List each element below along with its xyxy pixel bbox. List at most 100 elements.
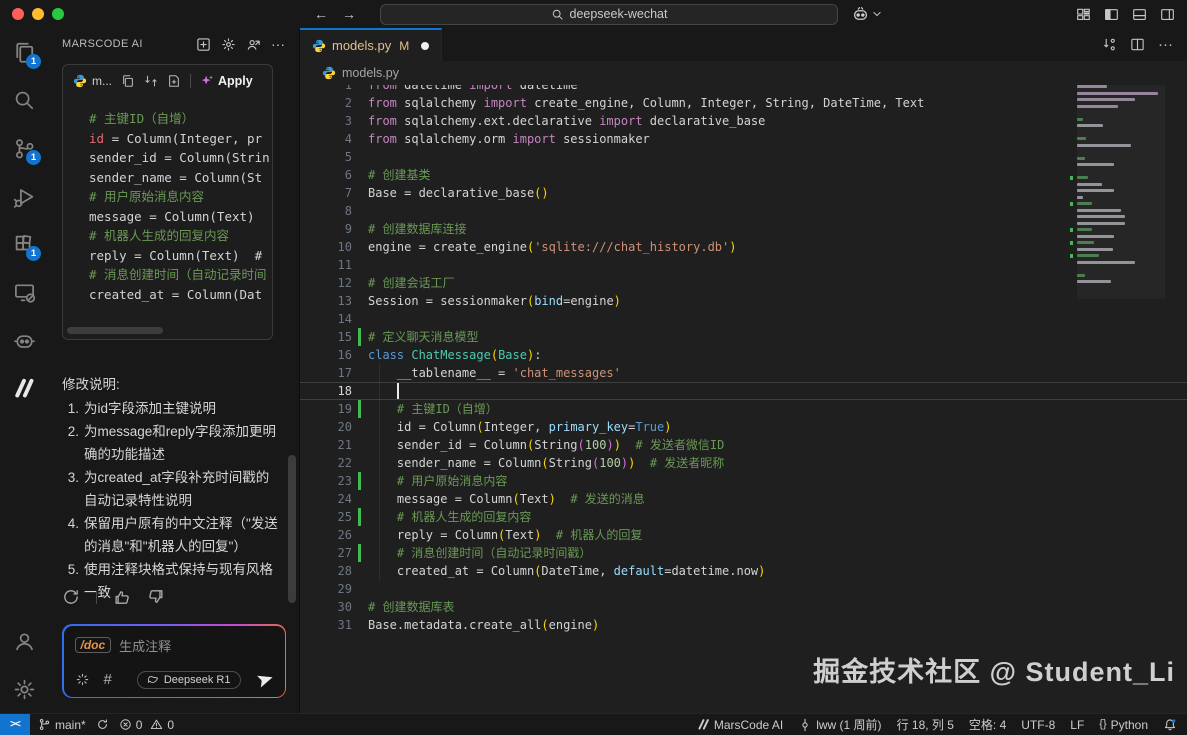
bell-icon[interactable] bbox=[1163, 718, 1177, 732]
split-editor-icon[interactable] bbox=[1130, 37, 1145, 52]
status-item-marscodeai[interactable]: MarsCode AI bbox=[697, 718, 783, 732]
branch-status[interactable]: main* bbox=[38, 718, 109, 732]
line-number[interactable]: 21 bbox=[300, 436, 352, 454]
status-item-4[interactable]: 空格: 4 bbox=[969, 716, 1006, 733]
activity-item-extensions[interactable]: 1 bbox=[0, 220, 48, 268]
code-line-19[interactable]: 19 # 主键ID（自增） bbox=[300, 400, 1187, 418]
hash-icon[interactable]: # bbox=[104, 672, 112, 687]
status-item-utf8[interactable]: UTF-8 bbox=[1021, 718, 1055, 732]
thumbs-up-icon[interactable] bbox=[113, 588, 131, 606]
line-number[interactable]: 31 bbox=[300, 616, 352, 634]
copilot-robot-icon[interactable] bbox=[852, 6, 882, 23]
maximize-button[interactable] bbox=[52, 8, 64, 20]
line-number[interactable]: 1 bbox=[300, 85, 352, 94]
back-arrow-icon[interactable]: ← bbox=[314, 6, 328, 22]
chevron-down-icon[interactable] bbox=[872, 9, 882, 19]
line-number[interactable]: 13 bbox=[300, 292, 352, 310]
forward-arrow-icon[interactable]: → bbox=[342, 6, 356, 22]
activity-item-run-debug[interactable] bbox=[0, 172, 48, 220]
status-item-185[interactable]: 行 18, 列 5 bbox=[897, 716, 954, 733]
activity-item-source-control[interactable]: 1 bbox=[0, 124, 48, 172]
code-line-22[interactable]: 22 sender_name = Column(String(100)) # 发… bbox=[300, 454, 1187, 472]
activity-item-search[interactable] bbox=[0, 76, 48, 124]
code-line-18[interactable]: 18 bbox=[300, 382, 1187, 400]
remote-explorer-icon[interactable] bbox=[13, 281, 36, 304]
card-code-diff[interactable]: # 主键ID（自增）id = Column(Integer, prsender_… bbox=[63, 97, 272, 304]
regenerate-icon[interactable] bbox=[62, 588, 80, 606]
unsaved-dot[interactable] bbox=[421, 42, 429, 50]
status-item-python[interactable]: {}Python bbox=[1099, 718, 1148, 732]
more-actions-icon[interactable]: ··· bbox=[1158, 37, 1173, 52]
settings-gear-icon[interactable] bbox=[13, 678, 36, 701]
diff-icon[interactable] bbox=[144, 74, 158, 88]
robot-face-icon[interactable] bbox=[852, 6, 869, 23]
breadcrumb[interactable]: models.py bbox=[300, 61, 1187, 85]
line-number[interactable]: 28 bbox=[300, 562, 352, 580]
code-line-4[interactable]: 4from sqlalchemy.orm import sessionmaker bbox=[300, 130, 1187, 148]
layout-customize-icon[interactable] bbox=[1076, 7, 1091, 22]
code-line-13[interactable]: 13Session = sessionmaker(bind=engine) bbox=[300, 292, 1187, 310]
status-item[interactable] bbox=[1163, 718, 1177, 732]
code-line-12[interactable]: 12# 创建会话工厂 bbox=[300, 274, 1187, 292]
line-number[interactable]: 4 bbox=[300, 130, 352, 148]
line-number[interactable]: 11 bbox=[300, 256, 352, 274]
code-line-1[interactable]: 1from datetime import datetime bbox=[300, 85, 1187, 94]
line-number[interactable]: 16 bbox=[300, 346, 352, 364]
code-line-10[interactable]: 10engine = create_engine('sqlite:///chat… bbox=[300, 238, 1187, 256]
code-line-3[interactable]: 3from sqlalchemy.ext.declarative import … bbox=[300, 112, 1187, 130]
commit-icon[interactable] bbox=[798, 718, 812, 732]
code-line-14[interactable]: 14 bbox=[300, 310, 1187, 328]
model-selector[interactable]: Deepseek R1 bbox=[137, 671, 241, 689]
sparkle-burst-icon[interactable] bbox=[75, 672, 90, 687]
line-number[interactable]: 9 bbox=[300, 220, 352, 238]
code-line-31[interactable]: 31Base.metadata.create_all(engine) bbox=[300, 616, 1187, 634]
marscode-icon[interactable] bbox=[12, 376, 36, 400]
doc-command-chip[interactable]: /doc bbox=[75, 637, 112, 653]
send-icon[interactable] bbox=[257, 671, 274, 688]
line-number[interactable]: 3 bbox=[300, 112, 352, 130]
activity-item-remote-explorer[interactable] bbox=[0, 268, 48, 316]
line-number[interactable]: 29 bbox=[300, 580, 352, 598]
line-number[interactable]: 5 bbox=[300, 148, 352, 166]
code-line-25[interactable]: 25 # 机器人生成的回复内容 bbox=[300, 508, 1187, 526]
run-debug-icon[interactable] bbox=[13, 185, 36, 208]
search-icon[interactable] bbox=[13, 89, 35, 111]
line-number[interactable]: 19 bbox=[300, 400, 352, 418]
line-number[interactable]: 8 bbox=[300, 202, 352, 220]
line-number[interactable]: 15 bbox=[300, 328, 352, 346]
problems-status[interactable]: 0 0 bbox=[119, 718, 174, 732]
line-number[interactable]: 23 bbox=[300, 472, 352, 490]
line-number[interactable]: 17 bbox=[300, 364, 352, 382]
marscode-logo-icon[interactable] bbox=[697, 718, 710, 731]
code-line-5[interactable]: 5 bbox=[300, 148, 1187, 166]
code-line-11[interactable]: 11 bbox=[300, 256, 1187, 274]
code-line-8[interactable]: 8 bbox=[300, 202, 1187, 220]
chat-bot-icon[interactable] bbox=[13, 329, 36, 352]
minimap[interactable] bbox=[1077, 85, 1165, 303]
line-number[interactable]: 6 bbox=[300, 166, 352, 184]
code-line-6[interactable]: 6# 创建基类 bbox=[300, 166, 1187, 184]
line-number[interactable]: 2 bbox=[300, 94, 352, 112]
minimize-button[interactable] bbox=[32, 8, 44, 20]
line-number[interactable]: 18 bbox=[300, 382, 352, 400]
line-number[interactable]: 25 bbox=[300, 508, 352, 526]
card-horizontal-scrollbar[interactable] bbox=[67, 327, 163, 334]
line-number[interactable]: 14 bbox=[300, 310, 352, 328]
share-profile-icon[interactable] bbox=[246, 37, 261, 52]
activity-item-settings-gear[interactable] bbox=[0, 665, 48, 713]
code-line-20[interactable]: 20 id = Column(Integer, primary_key=True… bbox=[300, 418, 1187, 436]
code-line-17[interactable]: 17 __tablename__ = 'chat_messages' bbox=[300, 364, 1187, 382]
line-number[interactable]: 22 bbox=[300, 454, 352, 472]
line-number[interactable]: 30 bbox=[300, 598, 352, 616]
remote-indicator[interactable]: >< bbox=[0, 714, 30, 735]
line-number[interactable]: 24 bbox=[300, 490, 352, 508]
code-line-16[interactable]: 16class ChatMessage(Base): bbox=[300, 346, 1187, 364]
activity-item-marscode[interactable] bbox=[0, 364, 48, 412]
panel-right-icon[interactable] bbox=[1160, 7, 1175, 22]
activity-item-files[interactable]: 1 bbox=[0, 28, 48, 76]
code-line-2[interactable]: 2from sqlalchemy import create_engine, C… bbox=[300, 94, 1187, 112]
code-line-23[interactable]: 23 # 用户原始消息内容 bbox=[300, 472, 1187, 490]
code-line-7[interactable]: 7Base = declarative_base() bbox=[300, 184, 1187, 202]
account-icon[interactable] bbox=[13, 630, 36, 653]
line-number[interactable]: 7 bbox=[300, 184, 352, 202]
